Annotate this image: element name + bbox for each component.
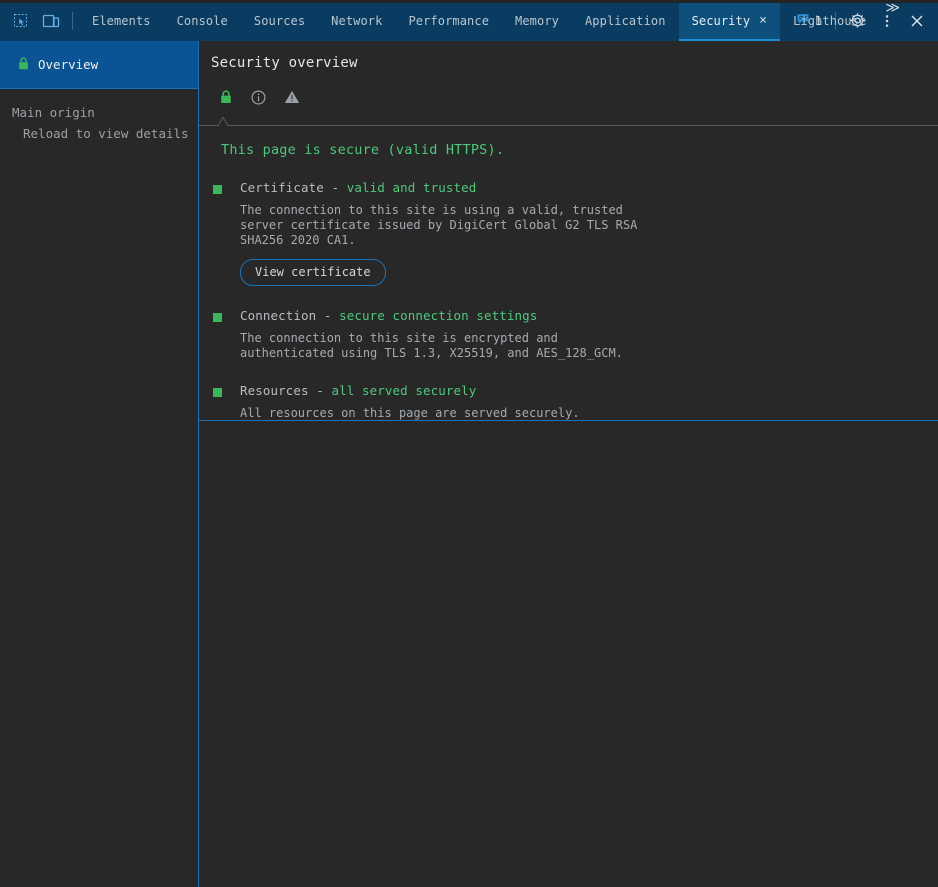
section-title-value: all served securely xyxy=(331,383,477,398)
sidebar-item-reload-hint[interactable]: Reload to view details xyxy=(12,126,198,141)
tab-console[interactable]: Console xyxy=(164,0,241,41)
tab-label: Memory xyxy=(515,13,559,28)
tab-sources[interactable]: Sources xyxy=(241,0,318,41)
security-summary-icons xyxy=(199,71,938,108)
close-icon[interactable]: × xyxy=(759,14,767,27)
security-headline: This page is secure (valid HTTPS). xyxy=(221,142,505,158)
tab-label: Security xyxy=(691,13,751,28)
lock-icon[interactable] xyxy=(217,89,234,106)
security-section-certificate: Certificate - valid and trusted The conn… xyxy=(199,180,938,286)
sidebar-item-label: Overview xyxy=(38,57,99,72)
summary-divider xyxy=(199,115,938,126)
section-title-value: secure connection settings xyxy=(339,308,538,323)
tabbar-left-tools xyxy=(0,0,79,41)
sidebar-item-overview[interactable]: Overview xyxy=(0,41,198,89)
tab-elements[interactable]: Elements xyxy=(79,0,164,41)
security-overview-pane: Security overview This page is secure (v… xyxy=(199,41,938,421)
tab-label: Elements xyxy=(92,13,151,28)
tab-label: Network xyxy=(331,13,383,28)
divider-line xyxy=(199,125,938,126)
security-empty-area xyxy=(199,421,938,887)
section-body: Connection - secure connection settings … xyxy=(222,308,640,361)
lock-icon xyxy=(18,56,29,73)
security-main: Security overview This page is secure (v… xyxy=(199,41,938,887)
sidebar-group-title: Main origin xyxy=(12,105,95,120)
toolbar-divider xyxy=(72,11,73,30)
section-title-label: Resources - xyxy=(240,383,332,398)
warning-icon[interactable] xyxy=(283,89,300,106)
status-badge xyxy=(213,313,222,322)
section-description: The connection to this site is encrypted… xyxy=(240,331,623,360)
tab-performance[interactable]: Performance xyxy=(395,0,502,41)
panel-tabs: Elements Console Sources Network Perform… xyxy=(79,0,900,41)
devtools-window: Elements Console Sources Network Perform… xyxy=(0,0,938,887)
info-icon[interactable] xyxy=(250,89,267,106)
section-body: Resources - all served securely All reso… xyxy=(222,383,580,420)
tab-network[interactable]: Network xyxy=(318,0,395,41)
tab-label: Sources xyxy=(253,13,306,28)
tab-label: Lighthouse xyxy=(793,13,867,28)
status-badge xyxy=(213,185,222,194)
close-devtools-icon[interactable] xyxy=(904,8,930,34)
device-toolbar-icon[interactable] xyxy=(38,8,64,34)
tab-label: Application xyxy=(584,13,666,28)
inspect-cursor-icon[interactable] xyxy=(8,8,34,34)
page-title: Security overview xyxy=(211,55,358,71)
tab-memory[interactable]: Memory xyxy=(502,0,572,41)
sidebar-origin-group: Main origin Reload to view details xyxy=(0,89,198,141)
section-title: Resources - all served securely xyxy=(240,383,580,398)
status-badge xyxy=(213,388,222,397)
tab-label: Console xyxy=(176,13,228,28)
view-certificate-button[interactable]: View certificate xyxy=(240,259,386,286)
security-panel: Overview Main origin Reload to view deta… xyxy=(0,41,938,887)
section-title-label: Certificate - xyxy=(240,180,347,195)
active-pointer-notch xyxy=(213,115,233,126)
section-body: Certificate - valid and trusted The conn… xyxy=(222,180,640,286)
section-title-label: Connection - xyxy=(240,308,340,323)
security-section-resources: Resources - all served securely All reso… xyxy=(199,383,938,420)
devtools-tabbar: Elements Console Sources Network Perform… xyxy=(0,0,938,41)
tab-lighthouse[interactable]: Lighthouse xyxy=(780,0,879,41)
section-title-value: valid and trusted xyxy=(346,180,477,195)
section-description: All resources on this page are served se… xyxy=(240,406,580,420)
security-section-connection: Connection - secure connection settings … xyxy=(199,308,938,361)
tab-application[interactable]: Application xyxy=(572,0,679,41)
section-title: Connection - secure connection settings xyxy=(240,308,640,323)
section-description: The connection to this site is using a v… xyxy=(240,203,638,247)
security-sidebar: Overview Main origin Reload to view deta… xyxy=(0,41,199,887)
security-details: This page is secure (valid HTTPS). Certi… xyxy=(199,126,938,420)
tab-security[interactable]: Security × xyxy=(678,0,781,41)
section-title: Certificate - valid and trusted xyxy=(240,180,640,195)
tab-label: Performance xyxy=(408,13,490,28)
